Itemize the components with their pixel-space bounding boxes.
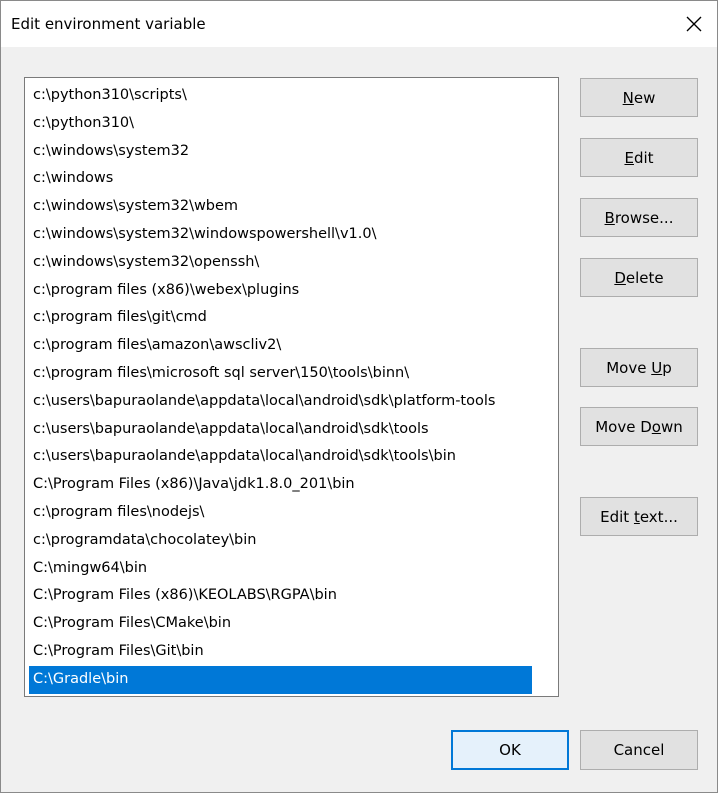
path-list-item[interactable]: C:\Program Files\CMake\bin [29, 610, 532, 638]
cancel-button[interactable]: Cancel [580, 730, 698, 770]
path-list-item[interactable]: c:\users\bapuraolande\appdata\local\andr… [29, 388, 532, 416]
edit-text-button[interactable]: Edit t ext... [580, 497, 698, 536]
move-up-label-pre: Move [606, 358, 652, 377]
path-list-item[interactable]: c:\windows\system32 [29, 138, 532, 166]
delete-button[interactable]: Delete [580, 258, 698, 297]
new-label-key: N [622, 88, 634, 107]
move-up-label-post: p [662, 358, 672, 377]
path-listbox[interactable]: c:\python310\scripts\ c:\python310\ c:\win… [24, 77, 559, 697]
edit-text-label-pre: Edit [600, 507, 634, 526]
ok-label: OK [499, 741, 521, 759]
path-list-item[interactable]: c:\python310\scripts\ [29, 82, 532, 110]
path-list-item[interactable]: c:\windows\system32\wbem [29, 193, 532, 221]
ok-button[interactable]: OK [451, 730, 569, 770]
move-down-label-post: wn [660, 417, 683, 436]
path-list-item[interactable]: c:\users\bapuraolande\appdata\local\andr… [29, 443, 532, 471]
delete-label-post: elete [625, 268, 664, 287]
path-list-item[interactable]: c:\program files\git\cmd [29, 304, 532, 332]
move-down-label-pre: Move D [595, 417, 652, 436]
path-list-item[interactable]: C:\Program Files (x86)\KEOLABS\RGPA\bin [29, 582, 532, 610]
browse-button[interactable]: Browse... [580, 198, 698, 237]
path-list-item[interactable]: c:\programdata\chocolatey\bin [29, 527, 532, 555]
title-bar: Edit environment variable [1, 1, 717, 47]
browse-label-key: B [604, 208, 615, 227]
move-down-button[interactable]: Move Do wn [580, 407, 698, 446]
path-list-item[interactable]: c:\program files (x86)\webex\plugins [29, 277, 532, 305]
path-list-item[interactable]: C:\Program Files (x86)\Java\jdk1.8.0_201… [29, 471, 532, 499]
close-icon [686, 16, 702, 32]
path-list-item[interactable]: c:\users\bapuraolande\appdata\local\andr… [29, 416, 532, 444]
move-up-label-key: U [651, 358, 663, 377]
path-list-item[interactable]: C:\mingw64\bin [29, 555, 532, 583]
path-list-item[interactable]: c:\program files\amazon\awscliv2\ [29, 332, 532, 360]
path-list-item[interactable]: c:\program files\nodejs\ [29, 499, 532, 527]
move-down-label-key: o [651, 417, 661, 436]
edit-text-label-post: ext... [639, 507, 678, 526]
browse-label-post: rowse... [614, 208, 674, 227]
move-up-button[interactable]: Move Up [580, 348, 698, 387]
window-title: Edit environment variable [11, 15, 206, 33]
edit-button[interactable]: Edit [580, 138, 698, 177]
path-list-item[interactable]: c:\program files\microsoft sql server\15… [29, 360, 532, 388]
close-button[interactable] [671, 1, 717, 47]
edit-env-var-dialog: Edit environment variable c:\python310\s… [0, 0, 718, 793]
path-list-item[interactable]: c:\windows\system32\windowspowershell\v1… [29, 221, 532, 249]
path-list-item-selected[interactable]: C:\Gradle\bin [29, 665, 532, 694]
edit-label-key: E [624, 148, 634, 167]
path-list-item[interactable]: c:\windows\system32\openssh\ [29, 249, 532, 277]
new-label-post: ew [633, 88, 656, 107]
path-list-item[interactable]: c:\python310\ [29, 110, 532, 138]
new-button[interactable]: New [580, 78, 698, 117]
delete-label-key: D [614, 268, 626, 287]
path-list-item[interactable]: C:\Program Files\Git\bin [29, 638, 532, 666]
cancel-label: Cancel [613, 741, 665, 759]
path-list-item[interactable]: c:\windows [29, 165, 532, 193]
path-list: c:\python310\scripts\ c:\python310\ c:\win… [29, 82, 532, 694]
edit-label-post: dit [633, 148, 654, 167]
